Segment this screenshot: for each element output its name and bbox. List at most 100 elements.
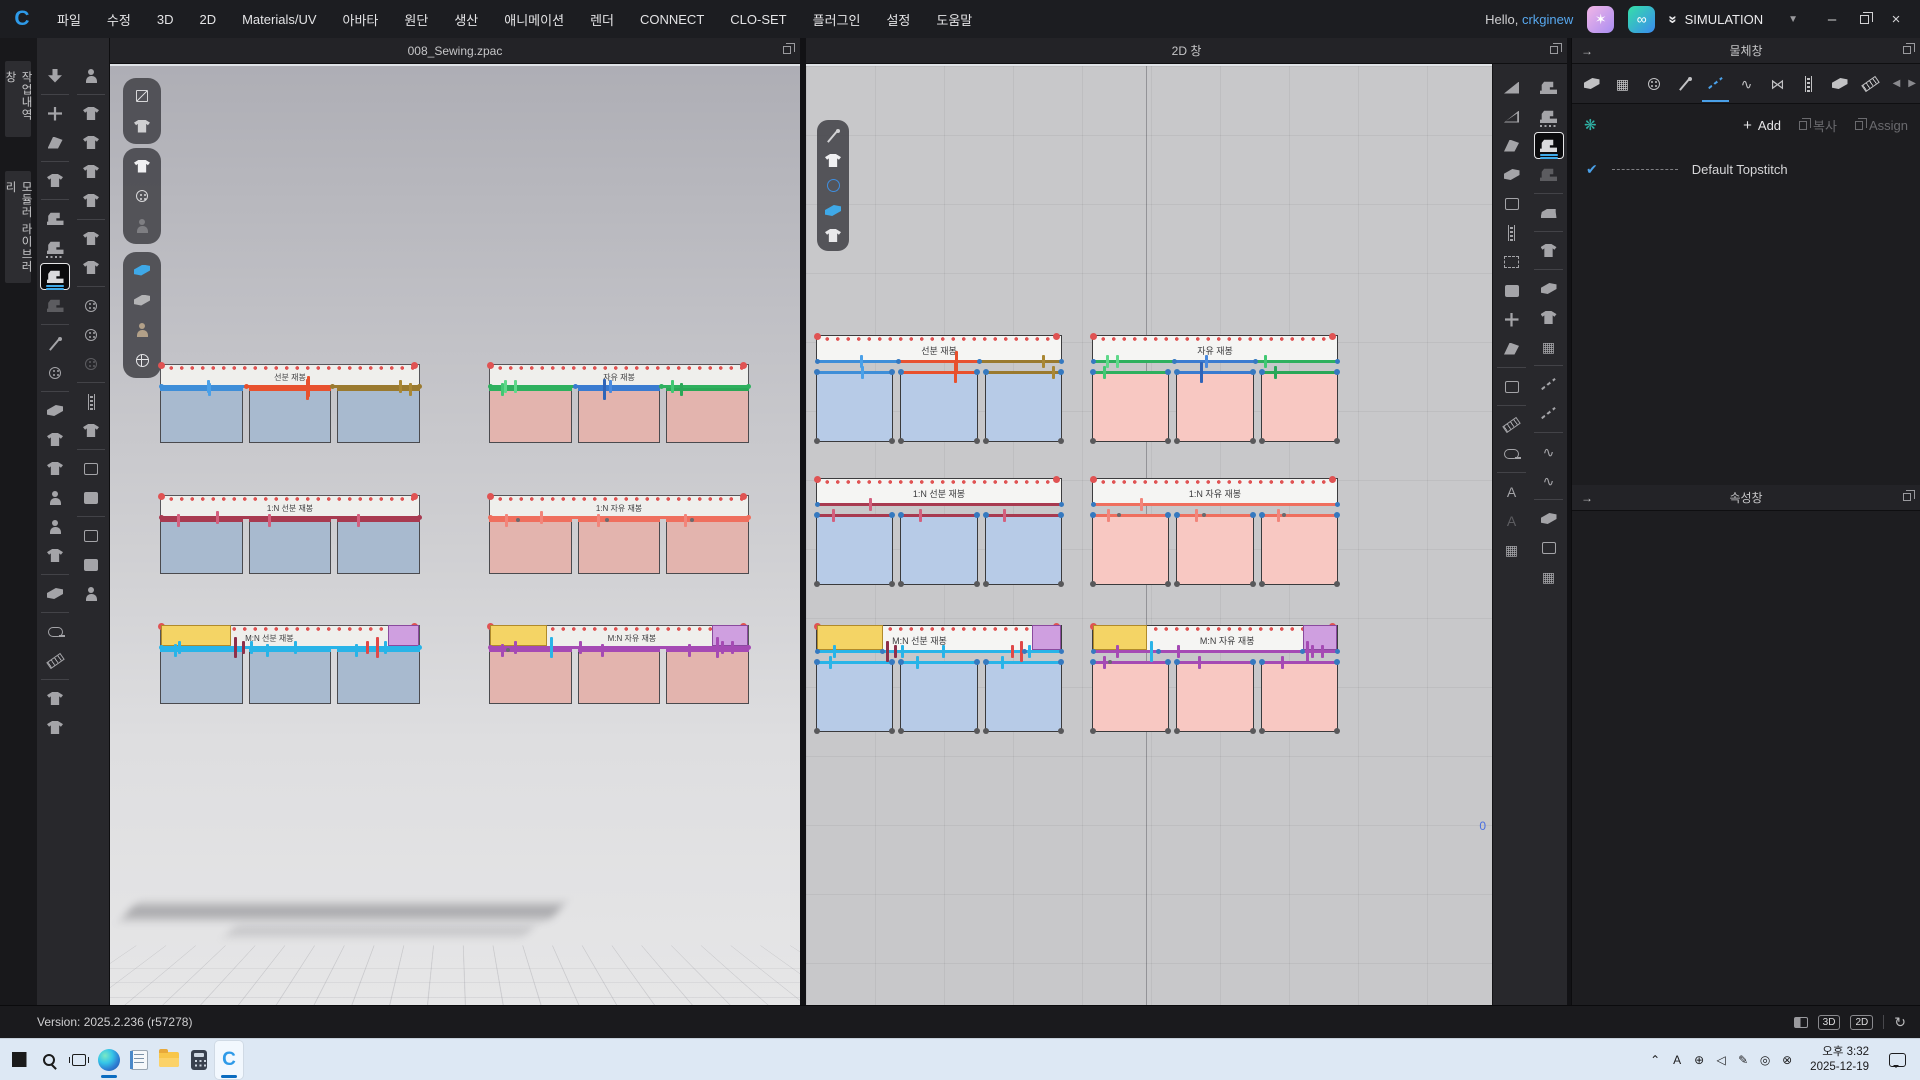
avatar-pose-icon[interactable] [76,62,106,89]
texture-checker-shirt-icon[interactable] [1534,304,1564,331]
tray-app-icon-2[interactable]: ⊗ [1776,1045,1798,1075]
pattern-table-icon[interactable]: ▦ [1497,536,1527,563]
add-pattern-icon[interactable] [1497,161,1527,188]
elastic-measure-icon[interactable]: ∿ [1534,438,1564,465]
refresh-icon[interactable]: ↻ [1894,1014,1906,1031]
tray-app-icon-1[interactable]: ◎ [1754,1045,1776,1075]
edit-point-curve-icon[interactable] [1497,132,1527,159]
pattern-piece[interactable] [900,371,977,442]
add-button[interactable]: +Add [1743,117,1781,134]
pattern-piece[interactable] [1176,661,1253,732]
tab-measure-icon[interactable] [1855,67,1886,101]
buttonhole-tool-icon[interactable] [76,321,106,348]
mask-tool-icon[interactable] [1497,277,1527,304]
pattern-piece[interactable] [160,649,243,704]
show-fabric-back-icon[interactable] [128,287,156,313]
seam-allowance-strip[interactable]: M:N 자유 재봉 [489,625,749,648]
restore-button[interactable] [1850,6,1878,32]
basting-icon[interactable] [1534,371,1564,398]
pin-tack-icon[interactable] [40,330,70,357]
pattern-piece[interactable] [249,519,332,574]
pattern-piece[interactable] [249,649,332,704]
close-button[interactable]: × [1882,6,1910,32]
notification-chat-icon[interactable] [1889,1053,1906,1067]
viewport-2d[interactable]: 0 선분 재봉자유 재봉1:N 선분 재봉1:N 자유 재봉M:N 선분 재봉M… [806,64,1492,1005]
arrange-board-icon[interactable] [76,158,106,185]
pattern-outline-icon[interactable] [1497,190,1527,217]
calculator-icon[interactable] [185,1041,213,1079]
show-avatar-icon[interactable] [128,213,156,239]
fit-garment-icon[interactable] [40,542,70,569]
select-curve-icon[interactable] [40,129,70,156]
seam-allowance-strip[interactable]: 선분 재봉 [160,364,420,387]
arrange-curve-icon[interactable] [76,129,106,156]
flatten-garment-icon[interactable] [1534,237,1564,264]
menu-item-14[interactable]: 도움말 [923,0,985,38]
laceup-tool-icon[interactable] [1497,219,1527,246]
fabric-strip-icon[interactable] [76,551,106,578]
pattern-group-3d-r0c0[interactable]: 선분 재봉 [160,364,420,449]
seam-allowance-strip[interactable]: 자유 재봉 [1092,335,1338,362]
pattern-piece[interactable] [816,371,893,442]
fabric-piece-move-icon[interactable] [76,455,106,482]
copy-button[interactable]: 복사 [1799,116,1837,135]
menu-item-10[interactable]: CONNECT [627,0,717,38]
ai-assistant-icon[interactable]: ✶ [1587,6,1614,33]
panel-2d-header[interactable]: 2D 창 [806,38,1567,64]
tab-zipper-icon[interactable] [1793,67,1824,101]
pattern-piece[interactable] [489,519,572,574]
tabs-scroll-right-icon[interactable]: ▶ [1908,78,1916,89]
menu-item-2[interactable]: 3D [144,0,187,38]
rect-pattern-icon[interactable] [1497,248,1527,275]
tab-piping-icon[interactable] [1824,67,1855,101]
pattern-group-3d-r1c1[interactable]: 1:N 자유 재봉 [489,495,749,580]
float-window-icon[interactable] [1550,46,1558,54]
free-sewing-icon[interactable] [40,263,70,290]
menu-item-0[interactable]: 파일 [44,0,94,38]
show-pattern-2d-icon[interactable] [821,150,845,171]
tack-basting-icon[interactable] [1534,400,1564,427]
pattern-piece[interactable] [1092,661,1169,732]
tab-puckering-icon[interactable]: ⋈ [1762,67,1793,101]
pattern-piece[interactable] [1176,371,1253,442]
fabric-piece-icon[interactable] [76,484,106,511]
mn-sewing-icon[interactable] [40,292,70,319]
pattern-piece[interactable] [1261,514,1338,585]
dock-arrow-icon[interactable]: → [1581,491,1593,505]
tab-tack-icon[interactable] [1669,67,1700,101]
tab-button-icon[interactable] [1638,67,1669,101]
dock-arrow-icon[interactable]: → [1581,44,1593,58]
layer-garment-icon[interactable] [40,426,70,453]
seam-allowance-strip[interactable]: M:N 자유 재봉 [1092,625,1338,652]
menu-item-13[interactable]: 설정 [873,0,923,38]
seam-allowance-strip[interactable]: 1:N 선분 재봉 [160,495,420,518]
inspect-sewing-icon[interactable] [1534,161,1564,188]
pattern-group-2d-r2c1[interactable]: M:N 자유 재봉 [1092,625,1338,738]
pattern-piece[interactable] [578,388,661,443]
binding-tool-icon[interactable] [1534,505,1564,532]
measure-2d-icon[interactable] [1497,440,1527,467]
show-trims-icon[interactable] [128,183,156,209]
edit-texture-2d-icon[interactable] [821,125,845,146]
pattern-piece[interactable] [666,519,749,574]
texture-edit-icon[interactable] [40,685,70,712]
pattern-piece[interactable] [160,519,243,574]
edge-browser-icon[interactable] [95,1041,123,1079]
fit-map-icon[interactable] [76,225,106,252]
pattern-piece[interactable] [249,388,332,443]
segment-sewing-2d-icon[interactable] [1534,103,1564,130]
task-view-button[interactable] [65,1041,93,1079]
arrange-gizmo-icon[interactable] [76,100,106,127]
simulation-button[interactable]: » SIMULATION ▼ [1669,11,1798,28]
list-item-default-topstitch[interactable]: ✔ Default Topstitch [1572,154,1920,184]
pattern-piece[interactable] [985,514,1062,585]
float-window-icon[interactable] [1903,493,1911,501]
simulation-dropdown-caret[interactable]: ▼ [1788,14,1798,25]
edit-sewing-icon[interactable] [40,205,70,232]
glove-tool-icon[interactable] [76,580,106,607]
seam-allowance-strip[interactable]: 자유 재봉 [489,364,749,387]
fold-arrangement-icon[interactable] [40,397,70,424]
show-avatar-skin-icon[interactable] [128,317,156,343]
history-window-tab[interactable]: 작업내역창 [5,61,31,137]
reset-arrangement-icon[interactable] [40,513,70,540]
